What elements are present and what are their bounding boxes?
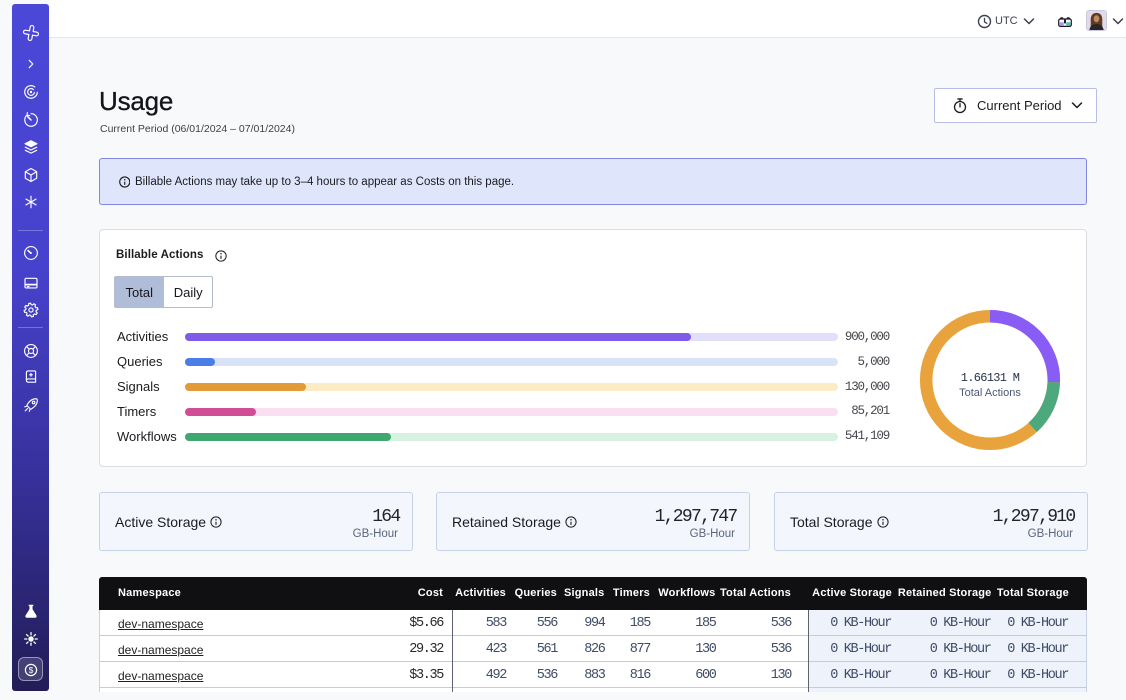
svg-text:$: $ [28, 665, 33, 675]
